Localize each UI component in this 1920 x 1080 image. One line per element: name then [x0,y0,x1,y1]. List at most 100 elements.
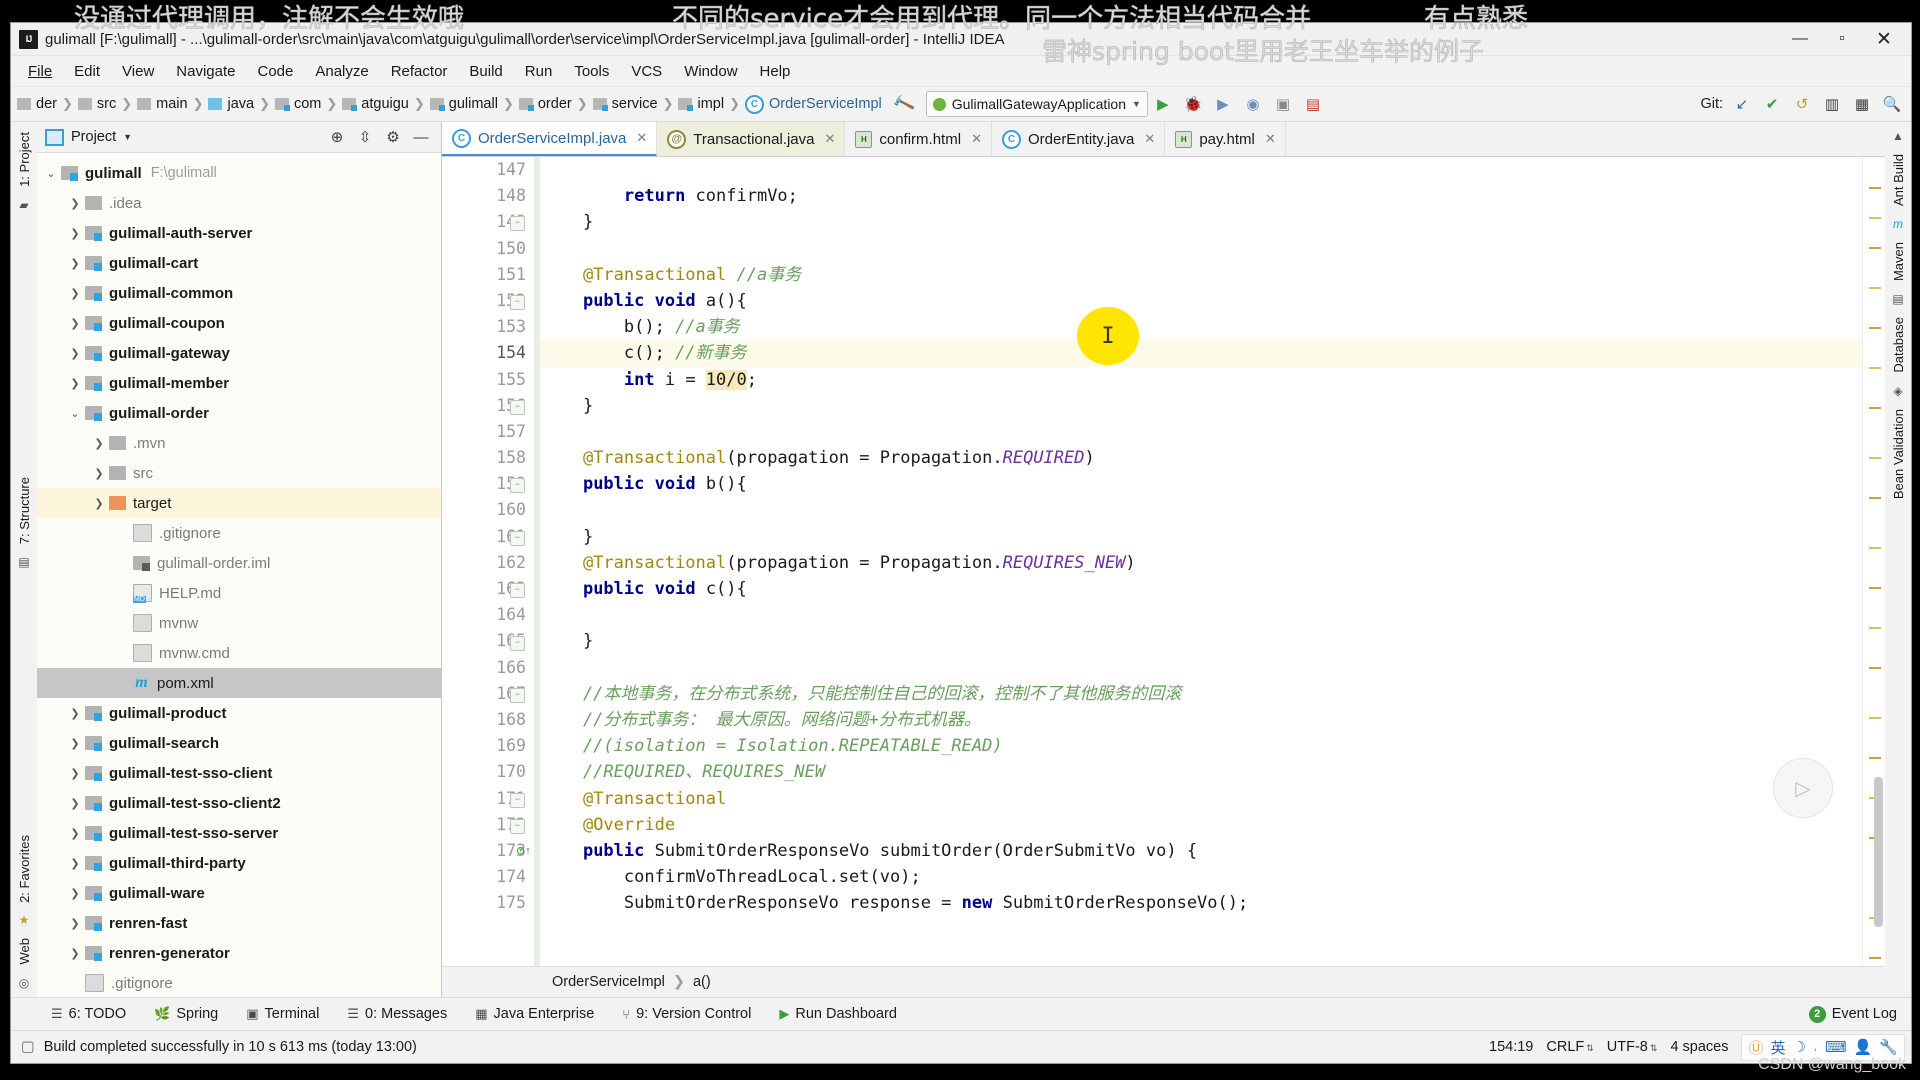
chevron-right-icon[interactable]: ❯ [65,737,85,750]
sidebar-tab-favorites[interactable]: 2: Favorites [14,829,35,909]
tree-row[interactable]: ❯ gulimall-test-sso-client [37,758,441,788]
code-line[interactable]: //本地事务，在分布式系统，只能控制住自己的回滚，控制不了其他服务的回滚 [534,681,1862,707]
event-log-button[interactable]: 2 Event Log [1808,1005,1897,1023]
error-stripe-mark[interactable] [1869,407,1881,409]
code-line[interactable] [534,157,1862,183]
tree-row[interactable]: .gitignore [37,968,441,997]
tool-window-button[interactable]: ☰ 6: TODO [37,1006,140,1022]
close-icon[interactable]: ✕ [1265,131,1276,147]
breadcrumb-item-order[interactable]: order [538,96,572,112]
chevron-right-icon[interactable]: ❯ [65,227,85,240]
tree-row[interactable]: m pom.xml [37,668,441,698]
menu-refactor[interactable]: Refactor [380,59,459,84]
error-stripe-mark[interactable] [1869,667,1881,669]
debug-icon[interactable]: 🐞 [1178,91,1208,117]
code-fold-toggle[interactable]: − [510,688,525,703]
editor-tab[interactable]: Hconfirm.html ✕ [845,122,992,156]
tool-window-button[interactable]: ☰ 0: Messages [333,1006,461,1022]
code-line[interactable]: return confirmVo; [534,183,1862,209]
code-fold-toggle[interactable]: − [510,399,525,415]
error-stripe-mark[interactable] [1869,217,1881,219]
code-line[interactable] [534,419,1862,445]
code-line[interactable]: public void a(){ [534,288,1862,314]
menu-help[interactable]: Help [749,59,802,84]
maximize-button[interactable]: ▫ [1821,24,1863,54]
error-stripe-mark[interactable] [1869,497,1881,499]
ime-language-icon[interactable]: 英 [1771,1037,1786,1058]
tree-row[interactable]: ⌄ gulimall-order [37,398,441,428]
menu-navigate[interactable]: Navigate [165,59,246,84]
wrench-icon[interactable]: 🔧 [1879,1038,1898,1056]
moon-icon[interactable]: ☽ [1793,1038,1806,1056]
chevron-right-icon[interactable]: ❯ [65,377,85,390]
breadcrumb-item-com[interactable]: com [294,96,321,112]
breadcrumb-item-src[interactable]: src [97,96,116,112]
code-line[interactable]: public void c(){ [534,576,1862,602]
breadcrumb-item-gulimall[interactable]: gulimall [449,96,498,112]
code-content[interactable]: return confirmVo; } @Transactional //a事务… [534,157,1862,966]
chevron-right-icon[interactable]: ❯ [89,467,109,480]
file-encoding[interactable]: UTF-8 ⇅ [1607,1039,1658,1055]
close-button[interactable]: ✕ [1863,24,1905,54]
ime-icon[interactable]: Ⓤ [1748,1037,1763,1058]
sidebar-tab-structure[interactable]: 7: Structure [14,471,35,550]
menu-analyze[interactable]: Analyze [304,59,379,84]
code-line[interactable]: @Override [534,812,1862,838]
tree-row[interactable]: ❯ gulimall-member [37,368,441,398]
code-line[interactable] [534,236,1862,262]
line-number-gutter[interactable]: 147148149−150151152−153154155156−1571581… [442,157,534,966]
menu-tools[interactable]: Tools [563,59,620,84]
error-stripe-mark[interactable] [1869,327,1881,329]
settings-icon[interactable]: ▦ [1847,91,1877,117]
chevron-right-icon[interactable]: ❯ [65,947,85,960]
breadcrumb-item-orderserviceimpl[interactable]: OrderServiceImpl [769,96,882,112]
code-line[interactable] [534,602,1862,628]
tree-row[interactable]: ❯ gulimall-common [37,278,441,308]
menu-window[interactable]: Window [673,59,748,84]
vcs-update-icon[interactable]: ↙ [1727,91,1757,117]
menu-build[interactable]: Build [458,59,513,84]
code-line[interactable]: confirmVoThreadLocal.set(vo); [534,864,1862,890]
tree-row[interactable]: ❯ gulimall-test-sso-server [37,818,441,848]
chevron-right-icon[interactable]: ❯ [65,827,85,840]
attach-icon[interactable]: ▤ [1298,91,1328,117]
code-fold-toggle[interactable]: − [510,583,525,599]
code-line[interactable]: @Transactional(propagation = Propagation… [534,445,1862,471]
project-tree[interactable]: ⌄ gulimall F:\gulimall ❯ .idea ❯ gulimall-auth… [37,153,441,997]
menu-run[interactable]: Run [514,59,564,84]
error-stripe-mark[interactable] [1869,457,1881,459]
code-line[interactable] [534,655,1862,681]
error-stripe-mark[interactable] [1869,627,1881,629]
stop-icon[interactable]: ▣ [1268,91,1298,117]
code-line[interactable]: //分布式事务： 最大原因。网络问题+分布式机器。 [534,707,1862,733]
minimize-icon[interactable]: — [407,129,435,146]
code-line[interactable]: @Transactional //a事务 [534,262,1862,288]
profile-icon[interactable]: ◉ [1238,91,1268,117]
close-icon[interactable]: ✕ [636,130,647,146]
tree-row[interactable]: ❯ target [37,488,441,518]
layout-icon[interactable]: ▥ [1817,91,1847,117]
code-fold-toggle[interactable]: − [510,819,525,834]
sidebar-tab-maven[interactable]: Maven [1888,236,1909,287]
error-stripe-marker-column[interactable] [1862,157,1885,966]
chevron-right-icon[interactable]: ❯ [89,497,109,510]
breadcrumb-item-impl[interactable]: impl [697,96,724,112]
code-line[interactable]: @Transactional [534,786,1862,812]
collapse-all-icon[interactable]: ⇳ [351,128,379,146]
code-editor[interactable]: 147148149−150151152−153154155156−1571581… [442,157,1885,966]
editor-tab[interactable]: C OrderServiceImpl.java ✕ [442,122,658,156]
run-icon[interactable]: ▶ [1148,91,1178,117]
error-stripe-mark[interactable] [1869,957,1881,959]
breadcrumb-method[interactable]: a() [693,974,711,990]
tool-window-button[interactable]: ▣ Terminal [232,1006,333,1022]
punctuation-icon[interactable]: ˒ [1813,1039,1818,1056]
caret-position[interactable]: 154:19 [1489,1039,1533,1055]
tool-window-button[interactable]: 🌿 Spring [140,1006,232,1022]
code-line[interactable]: public SubmitOrderResponseVo submitOrder… [534,838,1862,864]
tree-row[interactable]: ❯ .mvn [37,428,441,458]
sidebar-tab-bean-validation[interactable]: Bean Validation [1888,403,1909,505]
chevron-down-icon[interactable]: ▼ [123,132,132,142]
tree-row[interactable]: ❯ gulimall-product [37,698,441,728]
code-fold-toggle[interactable]: − [510,530,525,546]
tree-row[interactable]: ❯ renren-generator [37,938,441,968]
